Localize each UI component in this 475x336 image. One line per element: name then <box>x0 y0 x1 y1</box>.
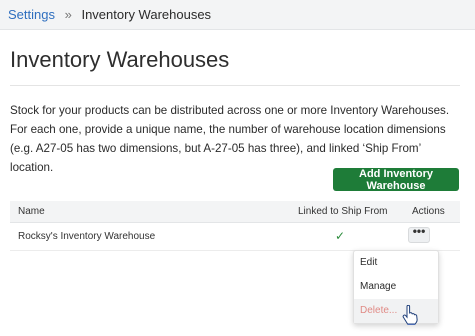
add-inventory-warehouse-button[interactable]: Add Inventory Warehouse <box>333 168 459 192</box>
table-row[interactable]: Rocksy's Inventory Warehouse ✓ <box>10 223 460 251</box>
top-bar: Settings » Inventory Warehouses <box>0 0 475 30</box>
breadcrumb-separator: » <box>64 7 72 22</box>
menu-item-edit[interactable]: Edit <box>354 251 438 275</box>
breadcrumb: Settings » Inventory Warehouses <box>8 7 211 22</box>
column-header-name: Name <box>18 206 45 217</box>
column-header-actions: Actions <box>412 206 445 217</box>
breadcrumb-current: Inventory Warehouses <box>81 7 212 22</box>
title-divider <box>10 85 460 86</box>
warehouses-table: Name Linked to Ship From Actions Rocksy'… <box>10 201 460 251</box>
row-actions-button[interactable]: ••• <box>408 225 430 243</box>
hand-pointer-cursor-icon <box>402 305 418 325</box>
page-description: Stock for your products can be distribut… <box>10 104 450 174</box>
menu-item-manage-locations[interactable]: Manage Locations <box>354 275 438 316</box>
menu-item-delete[interactable]: Delete... <box>354 299 438 323</box>
warehouse-name: Rocksy's Inventory Warehouse <box>18 231 156 242</box>
row-actions-menu: Edit Manage Locations Delete... <box>353 250 439 324</box>
check-icon: ✓ <box>335 229 346 243</box>
column-header-linked: Linked to Ship From <box>298 206 388 217</box>
table-header: Name Linked to Ship From Actions <box>10 201 460 223</box>
page-title: Inventory Warehouses <box>10 47 230 72</box>
breadcrumb-settings-link[interactable]: Settings <box>8 7 55 22</box>
